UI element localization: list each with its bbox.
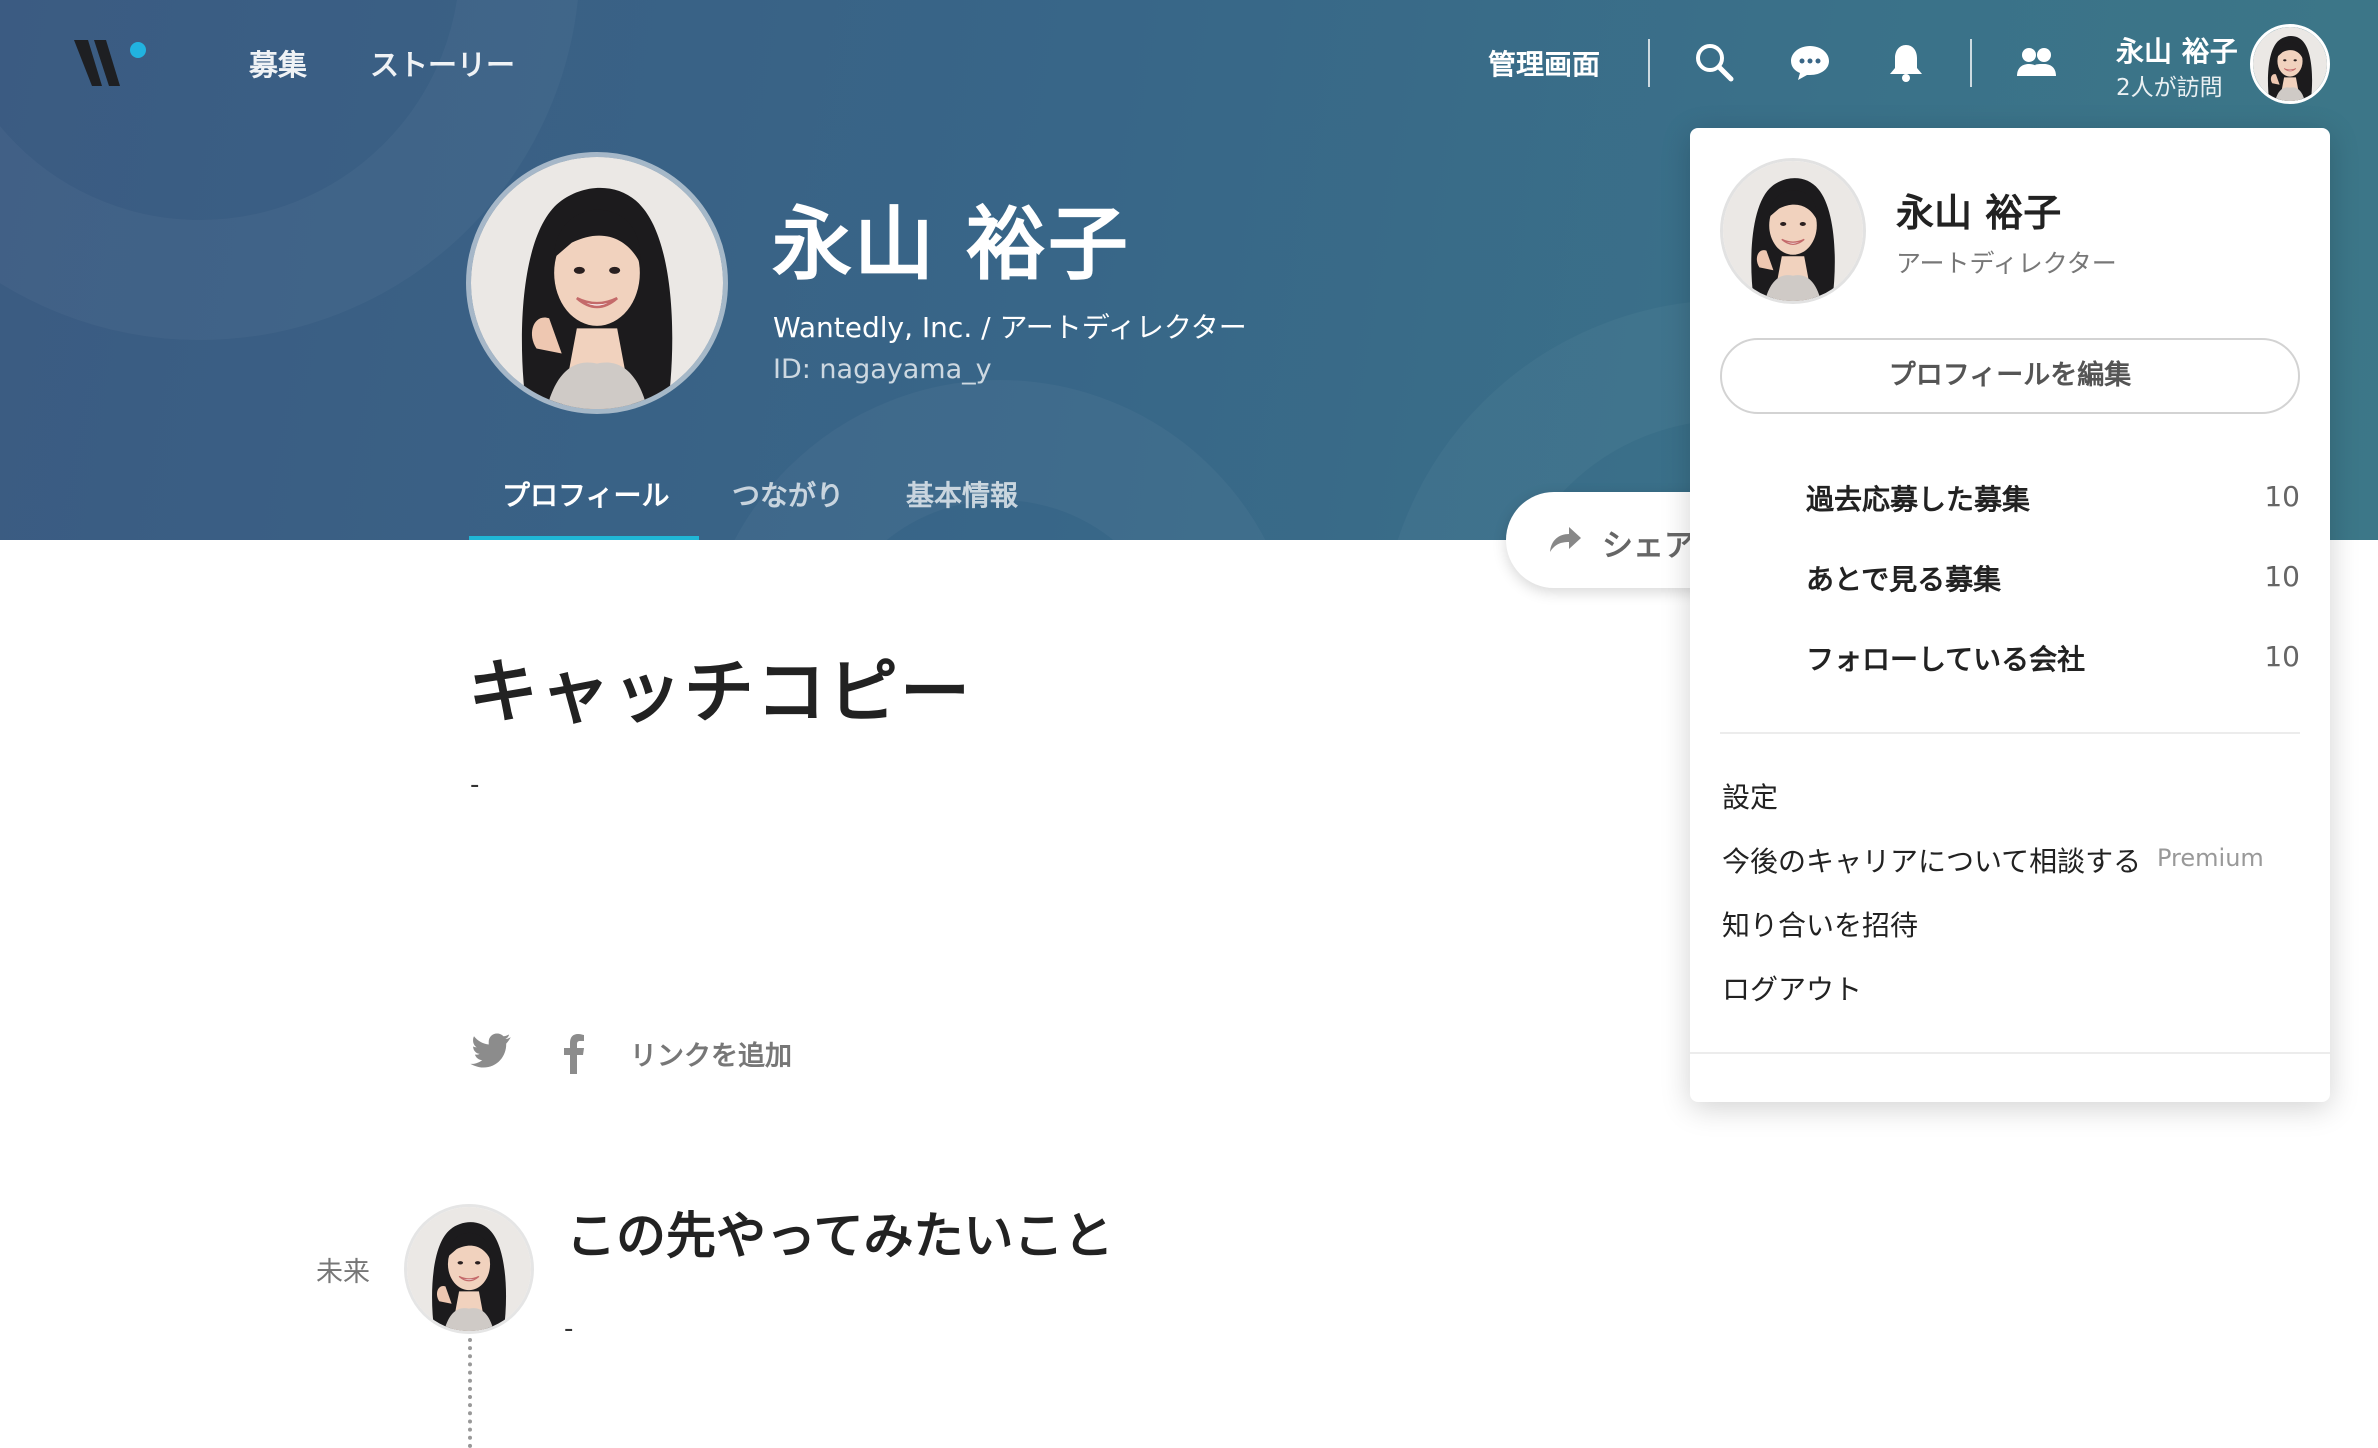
menu-item-label: あとで見る募集 <box>1806 563 2002 596</box>
admin-link[interactable]: 管理画面 <box>1488 43 1600 83</box>
dropdown-user-name[interactable]: 永山 裕子 <box>1896 182 2061 237</box>
menu-item-logout[interactable]: ログアウト <box>1722 968 1862 1008</box>
catchcopy-heading: キャッチコピー <box>468 651 972 733</box>
chat-icon[interactable] <box>1788 40 1832 84</box>
header-avatar[interactable] <box>2250 24 2330 104</box>
divider <box>1720 732 2300 734</box>
premium-badge: Premium <box>2157 844 2264 872</box>
catchcopy-value: - <box>470 770 480 800</box>
future-section-value: - <box>564 1314 574 1344</box>
active-tab-indicator <box>469 536 699 540</box>
dropdown-user-role: アートディレクター <box>1896 249 2117 278</box>
header-user-name[interactable]: 永山 裕子 <box>2116 30 2238 70</box>
menu-item-label: 過去応募した募集 <box>1806 483 2031 516</box>
share-arrow-icon <box>1550 527 1581 552</box>
people-icon[interactable] <box>2014 40 2058 84</box>
edit-profile-button[interactable]: プロフィールを編集 <box>1720 338 2300 414</box>
user-menu-dropdown: 永山 裕子 アートディレクター プロフィールを編集 過去応募した募集 10 あと… <box>1690 128 2330 1102</box>
share-label: シェア <box>1602 528 1695 564</box>
profile-id: ID: nagayama_y <box>773 354 992 385</box>
header-visitor-count[interactable]: 2人が訪問 <box>2116 68 2223 102</box>
wantedly-logo[interactable] <box>72 38 152 90</box>
top-navigation: 募集 ストーリー 管理画面 永山 裕子 2人が訪問 <box>0 0 2378 124</box>
twitter-icon[interactable] <box>470 1030 514 1074</box>
profile-name: 永山 裕子 <box>772 198 1130 291</box>
tab-connections[interactable]: つながり <box>732 474 844 514</box>
nav-stories-link[interactable]: ストーリー <box>370 42 515 84</box>
tab-profile[interactable]: プロフィール <box>502 474 669 514</box>
menu-item-count: 10 <box>2264 560 2300 593</box>
timeline-connector <box>468 1338 472 1448</box>
menu-item-label: フォローしている会社 <box>1806 643 2086 676</box>
menu-item-followed-companies[interactable]: フォローしている会社 10 <box>1690 628 2330 688</box>
timeline-future-label: 未来 <box>316 1257 370 1288</box>
menu-item-count: 10 <box>2264 480 2300 513</box>
menu-item-settings[interactable]: 設定 <box>1722 776 1778 816</box>
banner-decoration <box>700 380 1300 540</box>
dropdown-avatar[interactable] <box>1720 158 1866 304</box>
bell-icon[interactable] <box>1884 40 1928 84</box>
menu-item-invite[interactable]: 知り合いを招待 <box>1722 904 1918 944</box>
divider <box>1690 1052 2330 1054</box>
profile-company-title: Wantedly, Inc. / アートディレクター <box>773 311 1247 344</box>
future-section-heading: この先やってみたいこと <box>566 1207 1114 1265</box>
nav-recruit-link[interactable]: 募集 <box>249 42 307 84</box>
future-section-avatar <box>404 1204 534 1334</box>
menu-item-count: 10 <box>2264 640 2300 673</box>
add-link-button[interactable]: リンクを追加 <box>630 1034 792 1073</box>
facebook-icon[interactable] <box>552 1030 596 1074</box>
search-icon[interactable] <box>1692 40 1736 84</box>
profile-avatar <box>466 152 728 414</box>
menu-item-career-consult[interactable]: 今後のキャリアについて相談する <box>1722 840 2141 880</box>
divider <box>1648 39 1650 87</box>
menu-item-past-applications[interactable]: 過去応募した募集 10 <box>1690 468 2330 528</box>
menu-item-saved-jobs[interactable]: あとで見る募集 10 <box>1690 548 2330 608</box>
divider <box>1970 39 1972 87</box>
tab-basic-info[interactable]: 基本情報 <box>906 474 1018 514</box>
